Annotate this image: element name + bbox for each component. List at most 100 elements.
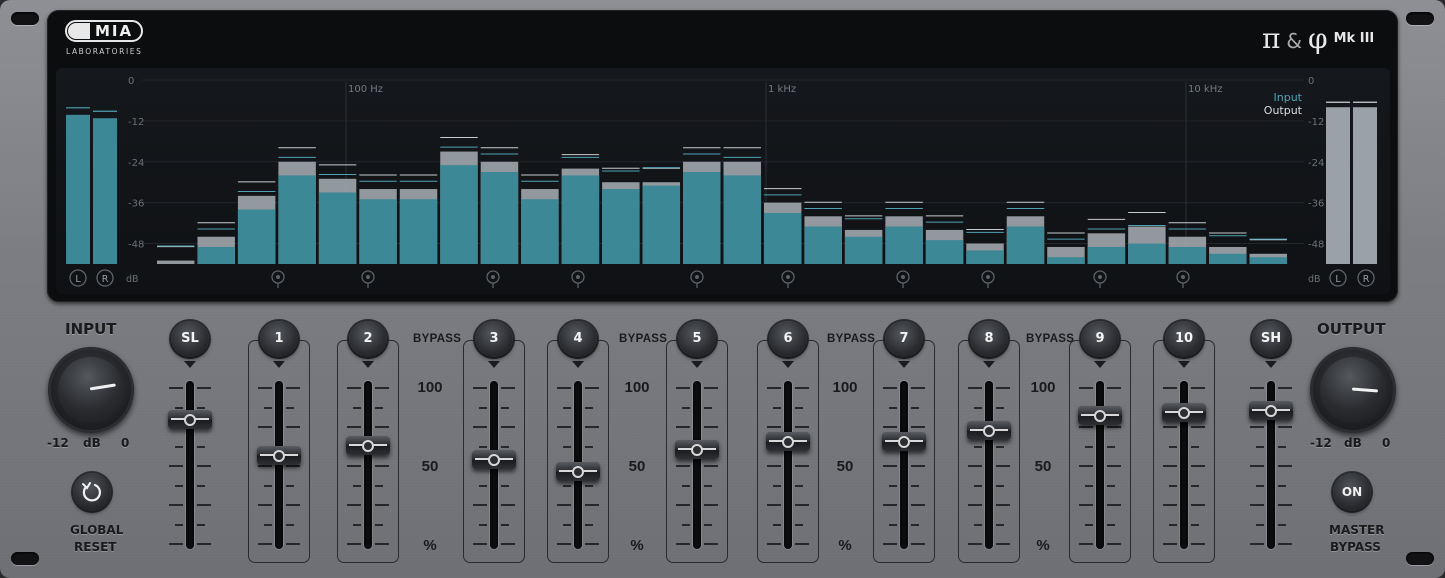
fader-tick — [347, 504, 361, 506]
input-bar — [1249, 257, 1287, 264]
band-arrow-icon — [1178, 361, 1190, 368]
master-bypass-button[interactable]: ON — [1333, 473, 1371, 511]
fader-tick — [1191, 426, 1205, 428]
fader-tick-minor — [353, 524, 361, 526]
fader-tick — [286, 387, 300, 389]
input-title: INPUT — [65, 320, 117, 338]
db-tick-label-right: -12 — [1308, 117, 1324, 128]
bypass-label: BYPASS — [827, 333, 876, 345]
band-2-button[interactable]: 2 — [349, 321, 387, 357]
fader-tick-minor — [1256, 524, 1264, 526]
fader-tick — [258, 543, 272, 545]
fader-tick — [1163, 465, 1177, 467]
band-8-fader-handle[interactable] — [967, 421, 1011, 441]
global-reset-label-1: GLOBAL — [70, 523, 124, 537]
input-bar — [966, 250, 1004, 264]
scale-unit-label: % — [630, 537, 644, 554]
band-2-fader-handle[interactable] — [346, 435, 390, 455]
input-gain-knob[interactable] — [48, 347, 134, 433]
fader-tick — [676, 465, 690, 467]
input-bar — [237, 209, 276, 264]
fader-tick — [1250, 387, 1264, 389]
band-1-fader-handle[interactable] — [257, 445, 301, 465]
db-tick-label-right: 0 — [1308, 76, 1314, 87]
fader-tick — [883, 465, 897, 467]
right-channel-label: R — [1363, 274, 1370, 285]
phi-symbol: φ — [1308, 22, 1328, 55]
product-brand: π & φ Mk III — [1262, 22, 1374, 55]
input-unit-label: dB — [83, 436, 101, 450]
master-bypass-label-2: BYPASS — [1330, 540, 1381, 554]
db-tick-label-left: 0 — [128, 76, 134, 87]
fader-tick-minor — [1191, 485, 1199, 487]
fader-tick — [286, 426, 300, 428]
band-4-fader-handle[interactable] — [556, 461, 600, 481]
band-sl-button[interactable]: SL — [171, 321, 209, 357]
fader-tick — [473, 426, 487, 428]
fader-tick-minor — [264, 524, 272, 526]
band-sl-fader-handle[interactable] — [168, 409, 212, 429]
band-7-fader-handle[interactable] — [882, 431, 926, 451]
fader-tick — [258, 426, 272, 428]
band-8-button[interactable]: 8 — [970, 321, 1008, 357]
fader-tick-minor — [479, 446, 487, 448]
fader-tick — [883, 426, 897, 428]
fader-tick — [197, 465, 211, 467]
fader-tick-minor — [911, 407, 919, 409]
band-10-button[interactable]: 10 — [1165, 321, 1203, 357]
right-channel-label: R — [102, 274, 109, 285]
left-channel-label: L — [1335, 274, 1341, 285]
fader-tick — [968, 504, 982, 506]
fader-tick — [473, 504, 487, 506]
fader-tick — [557, 504, 571, 506]
fader-tick-minor — [563, 407, 571, 409]
fader-tick — [585, 543, 599, 545]
band-marker-dot — [276, 275, 280, 279]
fader-tick — [375, 504, 389, 506]
band-3-button[interactable]: 3 — [475, 321, 513, 357]
band-6-button[interactable]: 6 — [769, 321, 807, 357]
fader-tick — [286, 504, 300, 506]
fader-tick-minor — [795, 524, 803, 526]
db-tick-label-right: -36 — [1308, 199, 1324, 210]
fader-tick — [1163, 504, 1177, 506]
band-9-button[interactable]: 9 — [1081, 321, 1119, 357]
scale-100-label: 100 — [832, 379, 858, 396]
band-9-fader-handle[interactable] — [1078, 405, 1122, 425]
fader-tick-minor — [479, 524, 487, 526]
output-max-label: 0 — [1382, 436, 1391, 450]
global-reset-button[interactable] — [73, 473, 111, 511]
fader-tick — [375, 465, 389, 467]
band-sh-fader-handle[interactable] — [1249, 401, 1293, 421]
fader-tick — [1191, 465, 1205, 467]
fader-tick — [911, 543, 925, 545]
fader-tick-minor — [585, 446, 593, 448]
band-3-fader-handle[interactable] — [472, 450, 516, 470]
band-sh-button[interactable]: SH — [1252, 321, 1290, 357]
fader-tick-minor — [353, 485, 361, 487]
output-gain-knob[interactable] — [1310, 347, 1396, 433]
fader-tick — [473, 543, 487, 545]
band-10-fader-handle[interactable] — [1162, 402, 1206, 422]
logo-bars-icon — [68, 23, 90, 39]
band-1-button[interactable]: 1 — [260, 321, 298, 357]
fader-tick — [1107, 426, 1121, 428]
fader-tick-minor — [264, 485, 272, 487]
band-5-button[interactable]: 5 — [678, 321, 716, 357]
fader-tick-minor — [682, 524, 690, 526]
band-4-button[interactable]: 4 — [559, 321, 597, 357]
band-marker-dot — [1181, 275, 1185, 279]
band-7-button[interactable]: 7 — [885, 321, 923, 357]
fader-tick — [795, 387, 809, 389]
band-arrow-icon — [273, 361, 285, 368]
fader-tick-minor — [197, 446, 205, 448]
input-min-label: -12 — [47, 436, 69, 450]
fader-tick — [1250, 543, 1264, 545]
fader-tick — [347, 465, 361, 467]
band-5-fader-handle[interactable] — [675, 440, 719, 460]
band-6-fader-handle[interactable] — [766, 431, 810, 451]
fader-tick-minor — [375, 485, 383, 487]
band-marker-dot — [901, 275, 905, 279]
fader-tick — [557, 387, 571, 389]
fader-tick-minor — [585, 407, 593, 409]
